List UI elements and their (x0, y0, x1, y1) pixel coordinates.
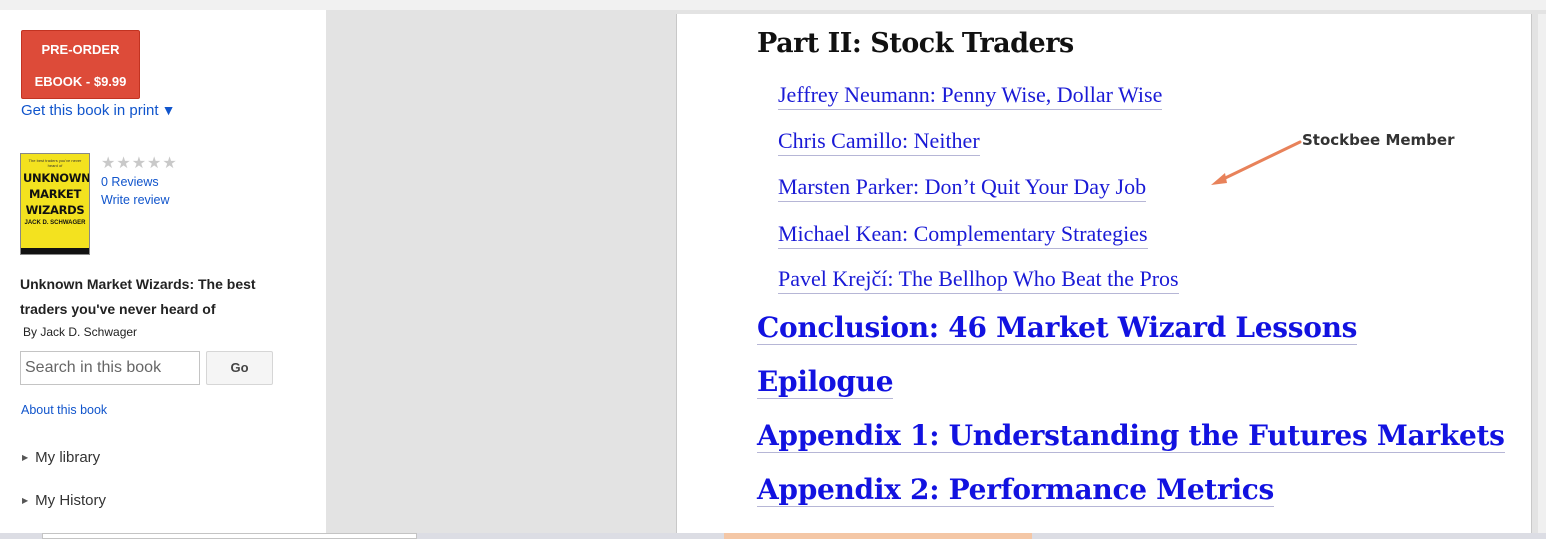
preorder-price: EBOOK - $9.99 (34, 74, 127, 89)
nav-my-history[interactable]: ▶ My History (22, 492, 106, 509)
search-go-button[interactable]: Go (206, 351, 273, 385)
nav-label: My History (35, 492, 106, 509)
toc-chapter-link[interactable]: Conclusion: 46 Market Wizard Lessons (757, 311, 1357, 345)
annotation-label: Stockbee Member (1302, 131, 1455, 149)
bottom-highlight (724, 533, 1032, 539)
book-title: Unknown Market Wizards: The best traders… (20, 276, 256, 317)
get-book-in-print-link[interactable]: Get this book in print ▼ (21, 102, 175, 119)
book-page: Part II: Stock Traders Jeffrey Neumann: … (676, 14, 1532, 534)
expand-triangle-icon: ▶ (22, 496, 29, 505)
annotation-arrow-icon (1211, 140, 1302, 185)
book-author: By Jack D. Schwager (23, 325, 138, 339)
page-scrollbar[interactable] (1538, 14, 1546, 534)
bottom-input-edge (42, 533, 417, 539)
cover-title-line: UNKNOWN (23, 171, 90, 185)
caret-down-icon: ▼ (161, 102, 176, 118)
expand-triangle-icon: ▶ (22, 453, 29, 462)
top-edge (0, 0, 1546, 10)
toc-entry-link[interactable]: Jeffrey Neumann: Penny Wise, Dollar Wise (778, 82, 1163, 110)
nav-my-library[interactable]: ▶ My library (22, 449, 100, 466)
toc-entry-link[interactable]: Marsten Parker: Don’t Quit Your Day Job (778, 174, 1147, 202)
reviews-link[interactable]: 0 Reviews (101, 175, 159, 189)
nav-label: My library (35, 449, 101, 466)
preorder-label: PRE-ORDER (41, 42, 120, 57)
toc-chapter-link[interactable]: Epilogue (757, 365, 894, 399)
search-in-book-input[interactable] (20, 351, 200, 385)
write-review-link[interactable]: Write review (101, 193, 170, 207)
rating-stars-icon[interactable]: ★★★★★ (101, 153, 178, 173)
about-this-book-link[interactable]: About this book (21, 403, 107, 417)
toc-entry-link[interactable]: Pavel Krejčí: The Bellhop Who Beat the P… (778, 266, 1179, 294)
cover-strip (21, 248, 89, 254)
toc-entry-link[interactable]: Chris Camillo: Neither (778, 128, 980, 156)
cover-author: JACK D. SCHWAGER (24, 220, 86, 226)
book-cover[interactable]: The best traders you've never heard of U… (20, 153, 90, 255)
cover-title-line: MARKET (28, 187, 81, 201)
cover-title-line: WIZARDS (25, 203, 85, 217)
toc-chapter-link[interactable]: Appendix 1: Understanding the Futures Ma… (757, 419, 1505, 453)
toc-entry-link[interactable]: Michael Kean: Complementary Strategies (778, 221, 1148, 249)
toc-chapter-link[interactable]: Appendix 2: Performance Metrics (757, 473, 1274, 507)
print-link-label: Get this book in print (21, 102, 159, 119)
part-heading: Part II: Stock Traders (757, 28, 1074, 59)
cover-tagline: The best traders you've never heard of (28, 158, 82, 168)
preorder-ebook-button[interactable]: PRE-ORDER EBOOK - $9.99 (21, 30, 140, 99)
